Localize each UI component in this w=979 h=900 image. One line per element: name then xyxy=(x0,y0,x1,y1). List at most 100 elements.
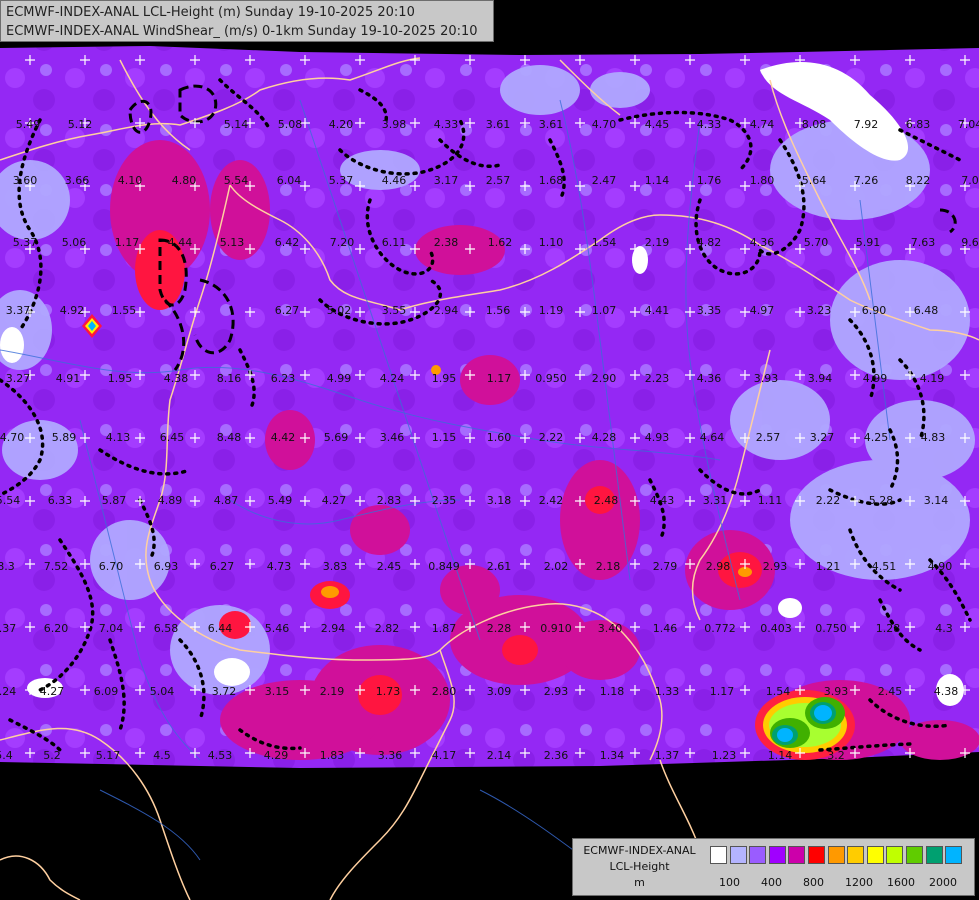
windshear-value-label: 5.69 xyxy=(324,431,349,444)
windshear-value-label: 4.82 xyxy=(697,236,722,249)
windshear-value-label: 3.46 xyxy=(380,431,405,444)
windshear-value-label: 2.28 xyxy=(487,622,512,635)
windshear-value-label: 0.403 xyxy=(760,622,792,635)
windshear-value-label: 3.2 xyxy=(827,749,845,762)
windshear-value-label: 4.28 xyxy=(592,431,617,444)
windshear-value-label: 1.18 xyxy=(600,685,625,698)
windshear-value-label: 4.36 xyxy=(750,236,775,249)
windshear-value-label: 4.70 xyxy=(0,431,24,444)
legend-tick-label: 100 xyxy=(719,876,740,889)
legend-swatch xyxy=(886,846,904,864)
windshear-value-label: 4.42 xyxy=(271,431,296,444)
windshear-value-label: 0.910 xyxy=(540,622,572,635)
windshear-value-label: 4.80 xyxy=(172,174,197,187)
windshear-value-label: 5.04 xyxy=(150,685,175,698)
legend-swatch xyxy=(847,846,865,864)
legend-swatch xyxy=(788,846,806,864)
weather-map: 5.49 5.12 5.14 5.08 4.20 3.98 4.33 3.61 3.61 4.70… xyxy=(0,0,979,900)
windshear-value-label: 2.57 xyxy=(486,174,511,187)
legend-unit: m xyxy=(634,876,645,889)
windshear-value-label: 2.02 xyxy=(544,560,569,573)
windshear-value-label: 3.23 xyxy=(807,304,832,317)
windshear-value-label: 5.89 xyxy=(52,431,77,444)
windshear-value-label: 2.23 xyxy=(645,372,670,385)
windshear-value-label: 1.73 xyxy=(376,685,401,698)
windshear-value-label: 1.33 xyxy=(655,685,680,698)
windshear-value-label: 8.3 xyxy=(0,560,15,573)
windshear-value-label: 6.04 xyxy=(277,174,302,187)
windshear-value-label: 4.83 xyxy=(921,431,946,444)
windshear-value-label: 1.14 xyxy=(645,174,670,187)
windshear-value-label: 6.70 xyxy=(99,560,124,573)
windshear-value-label: 1.95 xyxy=(432,372,457,385)
windshear-value-label: 5.37 xyxy=(329,174,354,187)
legend: ECMWF-INDEX-ANAL LCL-Height m 100 400 800 1… xyxy=(572,838,975,896)
legend-tick-label: 800 xyxy=(803,876,824,889)
windshear-value-label: 0.772 xyxy=(704,622,736,635)
windshear-value-label: 3.93 xyxy=(824,685,849,698)
windshear-value-label: 2.42 xyxy=(539,494,564,507)
windshear-value-label: 4.36 xyxy=(697,372,722,385)
windshear-value-label: 2.83 xyxy=(377,494,402,507)
windshear-value-label: 4.64 xyxy=(700,431,725,444)
legend-variable: LCL-Height xyxy=(609,860,670,873)
windshear-value-label: 7.04 xyxy=(958,118,979,131)
windshear-value-label: 3.93 xyxy=(754,372,779,385)
windshear-value-label: 4.27 xyxy=(40,685,65,698)
windshear-value-label: 1.21 xyxy=(816,560,841,573)
windshear-value-label: 2.38 xyxy=(434,236,459,249)
windshear-value-label: 4.44 xyxy=(168,236,193,249)
windshear-value-label: 4.13 xyxy=(106,431,131,444)
windshear-value-label: 1.83 xyxy=(320,749,345,762)
windshear-value-label: 5.02 xyxy=(327,304,352,317)
windshear-value-label: 2.79 xyxy=(653,560,678,573)
legend-tick-label: 2000 xyxy=(929,876,957,889)
windshear-value-label: 1.56 xyxy=(486,304,511,317)
windshear-value-label: 2.93 xyxy=(763,560,788,573)
windshear-value-label: 4.38 xyxy=(164,372,189,385)
legend-tick-label: 1200 xyxy=(845,876,873,889)
legend-swatch xyxy=(710,846,727,864)
windshear-value-label: 4.46 xyxy=(382,174,407,187)
windshear-value-label: 5.37 xyxy=(13,236,38,249)
windshear-value-label: 0.950 xyxy=(535,372,567,385)
windshear-value-label: 6.27 xyxy=(275,304,300,317)
windshear-value-label: 4.27 xyxy=(322,494,347,507)
windshear-value-label: 2.47 xyxy=(592,174,617,187)
windshear-value-label: 4.51 xyxy=(872,560,897,573)
windshear-value-label: 2.22 xyxy=(539,431,564,444)
windshear-value-label: 6.58 xyxy=(154,622,179,635)
windshear-value-label: 1.11 xyxy=(758,494,783,507)
legend-swatch xyxy=(866,846,884,864)
legend-tick-label: 1600 xyxy=(887,876,915,889)
windshear-value-label: 4.73 xyxy=(267,560,292,573)
legend-swatch xyxy=(808,846,825,864)
windshear-value-label: 7.92 xyxy=(854,118,879,131)
windshear-value-label: 1.17 xyxy=(487,372,512,385)
windshear-value-label: 4.43 xyxy=(650,494,675,507)
windshear-value-label: 4.91 xyxy=(56,372,81,385)
windshear-value-label: 5.06 xyxy=(62,236,87,249)
windshear-value-label: 1.17 xyxy=(115,236,140,249)
windshear-value-label: 1.54 xyxy=(592,236,617,249)
windshear-value-label: 3.15 xyxy=(265,685,290,698)
legend-swatch xyxy=(925,846,943,864)
windshear-value-label: 6.48 xyxy=(914,304,939,317)
windshear-value-label: 5.64 xyxy=(802,174,827,187)
windshear-value-label: 1.34 xyxy=(600,749,625,762)
legend-model: ECMWF-INDEX-ANAL xyxy=(583,844,696,857)
windshear-value-label: 3.09 xyxy=(487,685,512,698)
windshear-value-label: 1.60 xyxy=(487,431,512,444)
windshear-value-label: 1.68 xyxy=(539,174,564,187)
windshear-value-label: 1.80 xyxy=(750,174,775,187)
windshear-value-label: 4.45 xyxy=(645,118,670,131)
windshear-value-label: 4.29 xyxy=(264,749,289,762)
windshear-value-label: 7.0 xyxy=(961,174,979,187)
windshear-value-label: 2.98 xyxy=(706,560,731,573)
windshear-value-label: 0.750 xyxy=(815,622,847,635)
windshear-value-label: 5.4 xyxy=(0,749,13,762)
windshear-value-label: 4.70 xyxy=(592,118,617,131)
windshear-value-label: 2.57 xyxy=(756,431,781,444)
windshear-value-label: 6.93 xyxy=(154,560,179,573)
windshear-value-label: 3.18 xyxy=(487,494,512,507)
